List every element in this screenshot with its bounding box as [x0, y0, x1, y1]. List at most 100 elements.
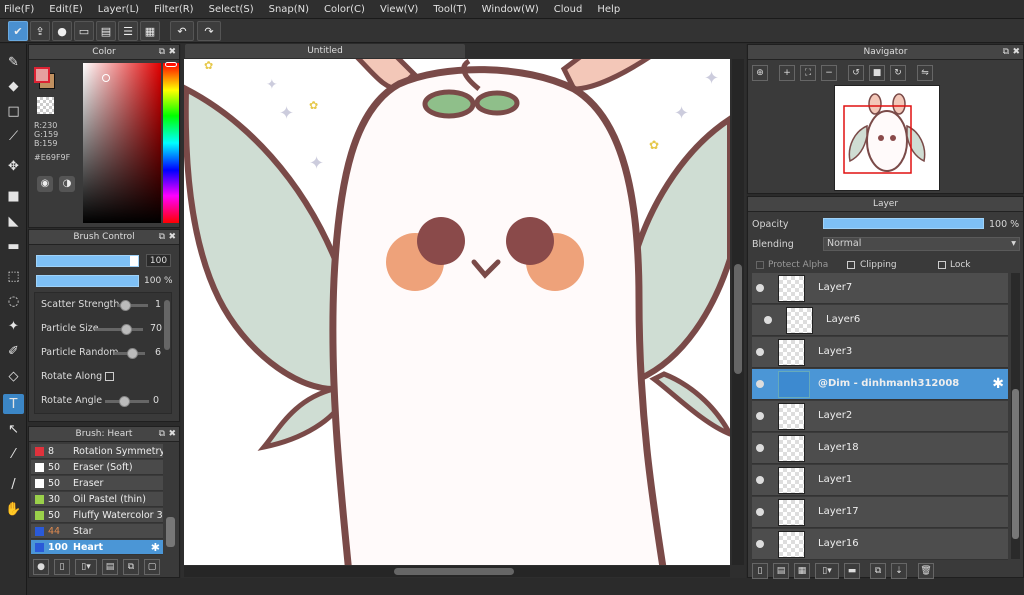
brush-item[interactable]: 50 Eraser (Soft)	[31, 460, 163, 475]
foreground-color-swatch[interactable]	[34, 67, 50, 83]
close-icon[interactable]: ✖	[168, 427, 176, 442]
menu-edit[interactable]: Edit(E)	[49, 4, 83, 15]
close-icon[interactable]: ✖	[168, 45, 176, 60]
eye-icon[interactable]	[756, 412, 764, 420]
checkmark-icon[interactable]: ✔	[8, 21, 28, 41]
layer-row[interactable]: Layer3	[752, 337, 1008, 368]
menu-select[interactable]: Select(S)	[209, 4, 254, 15]
brush-size-value[interactable]: 100	[146, 254, 171, 267]
protect-alpha-checkbox[interactable]	[756, 261, 764, 269]
eye-icon[interactable]	[756, 476, 764, 484]
hand-icon[interactable]: ✋	[3, 499, 24, 519]
undo-icon[interactable]: ↶	[170, 21, 194, 41]
menu-help[interactable]: Help	[597, 4, 620, 15]
eye-icon[interactable]	[756, 348, 764, 356]
menu-layer[interactable]: Layer(L)	[98, 4, 139, 15]
brush-size-bar[interactable]	[36, 255, 139, 267]
layer-row[interactable]: Layer16	[752, 529, 1008, 560]
color-wheel-icon[interactable]: ◑	[59, 176, 75, 192]
zoom-out-icon[interactable]: −	[821, 65, 837, 81]
eye-icon[interactable]	[764, 316, 772, 324]
operation-icon[interactable]: ↖	[3, 419, 24, 439]
flip-icon[interactable]: ⇋	[917, 65, 933, 81]
layer-row[interactable]: Layer2	[752, 401, 1008, 432]
brush-item[interactable]: 50 Eraser	[31, 476, 163, 491]
menu-cloud[interactable]: Cloud	[554, 4, 583, 15]
close-icon[interactable]: ✖	[1012, 45, 1020, 60]
saturation-value-picker[interactable]	[83, 63, 161, 223]
list-icon[interactable]: ☰	[118, 21, 138, 41]
horizontal-scrollbar[interactable]	[184, 566, 730, 577]
zoom-plus-icon[interactable]: +	[779, 65, 795, 81]
menu-filter[interactable]: Filter(R)	[154, 4, 194, 15]
page-icon[interactable]: ▤	[96, 21, 116, 41]
float-icon[interactable]: ⧉	[1003, 45, 1009, 60]
brush-item[interactable]: 50 Fluffy Watercolor 3	[31, 508, 163, 523]
transparent-color-swatch[interactable]	[37, 97, 54, 114]
new-brush-icon[interactable]: ▯	[54, 559, 70, 575]
eye-icon[interactable]	[756, 284, 764, 292]
fill-rect-icon[interactable]: ■	[3, 186, 24, 206]
hue-slider[interactable]	[163, 63, 179, 223]
lasso-icon[interactable]: ◌	[3, 291, 24, 311]
menu-snap[interactable]: Snap(N)	[269, 4, 309, 15]
clipping-checkbox[interactable]	[847, 261, 855, 269]
brush-item[interactable]: 8 Rotation Symmetry P	[31, 444, 163, 459]
eye-icon[interactable]	[756, 508, 764, 516]
layer-row[interactable]: Layer7	[752, 273, 1008, 304]
eyedropper-icon[interactable]: ⁄	[3, 444, 24, 464]
brush-icon[interactable]: ⟋	[3, 126, 24, 146]
lock-checkbox[interactable]	[938, 261, 946, 269]
layer-row[interactable]: Layer18	[752, 433, 1008, 464]
zoom-in-icon[interactable]: ⊕	[752, 65, 768, 81]
comment-icon[interactable]: ●	[52, 21, 72, 41]
rotate-angle-slider[interactable]	[105, 396, 149, 407]
eraser-icon[interactable]: ◆	[3, 76, 24, 96]
magic-wand-icon[interactable]: ✦	[3, 316, 24, 336]
grid-icon[interactable]: ▦	[140, 21, 160, 41]
rotate-along-checkbox[interactable]	[105, 372, 114, 381]
particle-size-slider[interactable]	[95, 324, 143, 335]
hue-cursor[interactable]	[165, 62, 177, 67]
menu-view[interactable]: View(V)	[380, 4, 418, 15]
color-cursor[interactable]	[102, 74, 110, 82]
move-icon[interactable]: ✥	[3, 156, 24, 176]
layer-row[interactable]: Layer1	[752, 465, 1008, 496]
float-icon[interactable]: ⧉	[159, 230, 165, 245]
brush-item[interactable]: 44 Star	[31, 524, 163, 539]
layer-row[interactable]: Layer6	[752, 305, 1008, 336]
merge-layer-icon[interactable]: ⇣	[891, 563, 907, 579]
pipette-icon[interactable]: /	[3, 474, 24, 494]
menu-window[interactable]: Window(W)	[482, 4, 539, 15]
share-icon[interactable]: ⇪	[30, 21, 50, 41]
brush-settings-icon[interactable]: ●	[33, 559, 49, 575]
brush-item-selected[interactable]: 100 Heart ✱	[31, 540, 163, 555]
gradient-icon[interactable]: ▬	[3, 236, 24, 256]
navigator-preview[interactable]	[834, 85, 940, 191]
copy-brush-icon[interactable]: ▤	[102, 559, 118, 575]
chat-icon[interactable]: ▭	[74, 21, 94, 41]
layer-row-selected[interactable]: @Dim - dinhmanh312008 ✱	[752, 369, 1008, 400]
brush-opacity-bar[interactable]	[36, 275, 139, 287]
document-tab[interactable]: Untitled	[185, 44, 465, 58]
menu-tool[interactable]: Tool(T)	[433, 4, 466, 15]
delete-layer-icon[interactable]: 🗑	[918, 563, 934, 579]
menu-color[interactable]: Color(C)	[324, 4, 365, 15]
fit-icon[interactable]: ⛶	[800, 65, 816, 81]
brush-item[interactable]: 30 Oil Pastel (thin)	[31, 492, 163, 507]
close-icon[interactable]: ✖	[168, 230, 176, 245]
menu-file[interactable]: File(F)	[4, 4, 34, 15]
marquee-icon[interactable]: ⬚	[3, 266, 24, 286]
layer-opacity-bar[interactable]	[823, 218, 984, 229]
layer-scrollbar[interactable]	[1011, 273, 1020, 559]
delete-brush-icon[interactable]: ▢	[144, 559, 160, 575]
select-eraser-icon[interactable]: ◇	[3, 366, 24, 386]
drawing-canvas[interactable]: ✦ ✦ ✦ ✦ ✦ ✿ ✿ ✿	[184, 59, 730, 565]
eye-icon[interactable]	[756, 380, 764, 388]
float-icon[interactable]: ⧉	[159, 45, 165, 60]
rotate-left-icon[interactable]: ↺	[848, 65, 864, 81]
gear-icon[interactable]: ✱	[151, 540, 160, 555]
bucket-icon[interactable]: ◣	[3, 211, 24, 231]
layer-folder-icon[interactable]: ▦	[794, 563, 810, 579]
particle-random-slider[interactable]	[115, 348, 145, 359]
